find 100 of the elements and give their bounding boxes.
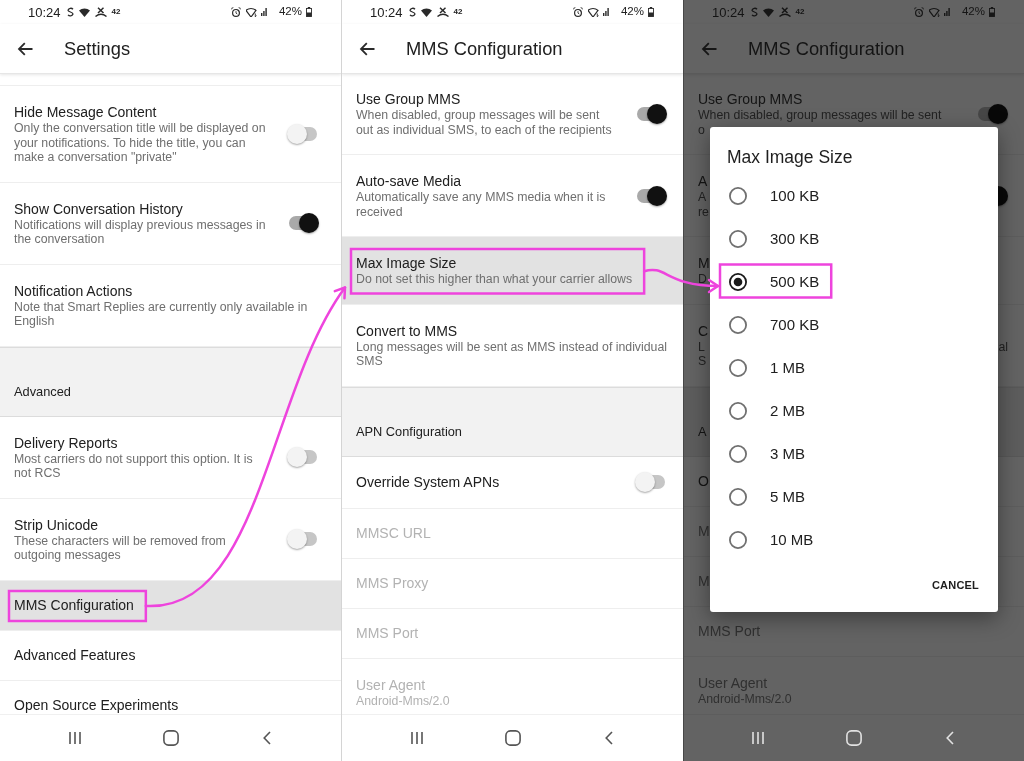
s-shape-icon [66,7,74,17]
battery-icon [306,7,312,17]
battery-percent: 42% [961,6,985,18]
setting-title: Advanced Features [14,646,136,664]
battery-percent: 42% [278,6,302,18]
setting-summary: S [698,354,707,369]
setting-title: A [698,172,708,190]
toggle-switch[interactable] [976,103,1008,124]
setting-title: Override System APNs [356,473,500,491]
back-arrow-icon[interactable] [359,41,375,56]
setting-title: Notification Actions [14,281,133,300]
setting-summary: D [698,272,707,287]
setting-title: Open Source Experiments [14,696,179,714]
wifi-icon [420,7,432,17]
battery-icon [989,7,995,17]
setting-title: Strip Unicode [14,515,99,534]
radio-option[interactable]: 2 MB [710,389,998,432]
app-bar-title: MMS Configuration [748,36,905,61]
alarm-clock-icon [572,7,583,17]
setting-summary: Note that Smart Replies are currently only available in English [14,299,309,329]
recent-apps-icon[interactable] [410,731,423,745]
wifi-icon [762,7,774,17]
back-icon[interactable] [262,731,271,745]
setting-summary: Notifications will display previous messages in the conversation [14,217,267,247]
setting-title: Use Group MMS [698,90,803,108]
toggle-switch[interactable] [635,185,667,206]
setting-summary: A [698,190,707,205]
settings-row[interactable]: MMS Configuration [0,580,341,631]
status-time: 10:24 [370,5,403,19]
wifi-icon [928,7,940,17]
setting-title: MMS Configuration [14,596,134,614]
setting-title: Show Conversation History [14,199,183,218]
status-time: 10:24 [712,5,745,19]
setting-title: Convert to MMS [356,321,458,340]
radio-option[interactable]: 1 MB [710,346,998,389]
battery-icon [648,7,654,17]
back-arrow-icon[interactable] [17,41,33,56]
app-bar-title: MMS Configuration [406,36,563,61]
signal-bars-icon [602,8,609,16]
toggle-switch[interactable] [287,447,319,467]
section-title: APN Configuration [356,423,462,440]
setting-summary: al [998,339,1008,354]
setting-summary: When disabled, group messages will be sent out as individual SMS, to each of the recipients [356,108,613,137]
settings-row[interactable]: Max Image Size Do not set this higher than what your carrier allows [342,237,683,305]
toggle-switch[interactable] [287,213,319,233]
setting-title: C [698,321,709,340]
home-icon[interactable] [162,730,179,746]
x-mark-icon [94,7,107,17]
radio-option[interactable]: 100 KB [710,174,998,217]
cancel-button[interactable]: CANCEL [923,568,987,602]
setting-title: Use Group MMS [356,90,461,108]
alarm-clock-icon [913,7,924,17]
setting-summary: Automatically save any MMS media when it is received [356,190,607,219]
setting-summary: Do not set this higher than what your carrier allows [356,272,633,287]
setting-summary: When disabled, group messages will be sent [698,108,942,123]
toggle-switch[interactable] [287,123,319,144]
setting-summary: Android-Mms/2.0 [356,693,450,708]
radio-option[interactable]: 700 KB [710,303,998,346]
radio-option[interactable]: 5 MB [710,475,998,518]
home-icon[interactable] [504,730,521,746]
status-count: 42 [453,8,463,16]
setting-summary: o [698,122,705,137]
app-bar-title: Settings [64,36,131,61]
status-time: 10:24 [28,5,61,19]
setting-title: M [698,254,710,272]
recent-apps-icon[interactable] [68,731,81,745]
wifi-icon [245,7,257,17]
setting-title: MMS Proxy [356,574,429,592]
x-mark-icon [778,7,791,17]
setting-title: MMS Port [356,624,419,642]
setting-title: User Agent [356,675,426,694]
radio-option[interactable]: 10 MB [710,518,998,561]
battery-percent: 42% [620,6,644,18]
radio-option[interactable]: 300 KB [710,217,998,260]
toggle-switch[interactable] [287,529,319,549]
setting-title: Delivery Reports [14,433,118,452]
settings-row[interactable]: Show Conversation History Notifications will display previous messages in the conversation [0,182,341,265]
settings-row[interactable]: Use Group MMS When disabled, group messages will be sent out as individual SMS, to each of the recipients [342,74,683,155]
wifi-icon [587,7,599,17]
status-count: 42 [795,8,805,16]
signal-bars-icon [260,8,267,16]
signal-bars-icon [943,8,950,16]
settings-row[interactable]: Delivery Reports Most carriers do not support this option. It is not RCS [0,416,341,499]
settings-row[interactable]: Override System APNs [342,456,683,509]
setting-title: MMSC URL [356,524,431,542]
setting-summary: re [698,204,709,219]
section-title: Advanced [14,383,71,400]
wifi-icon [78,7,90,17]
back-icon[interactable] [604,731,613,745]
status-count: 42 [111,8,121,16]
setting-summary: Most carriers do not support this option. It is not RCS [14,451,254,481]
radio-option[interactable]: 500 KB [710,260,998,303]
radio-option[interactable]: 3 MB [710,432,998,475]
toggle-switch[interactable] [635,472,667,492]
x-mark-icon [436,7,449,17]
setting-summary: Long messages will be sent as MMS instead of individual SMS [356,339,667,369]
s-shape-icon [750,7,758,17]
toggle-switch[interactable] [635,103,667,124]
setting-title: O [698,472,709,490]
setting-title: Hide Message Content [14,103,157,121]
